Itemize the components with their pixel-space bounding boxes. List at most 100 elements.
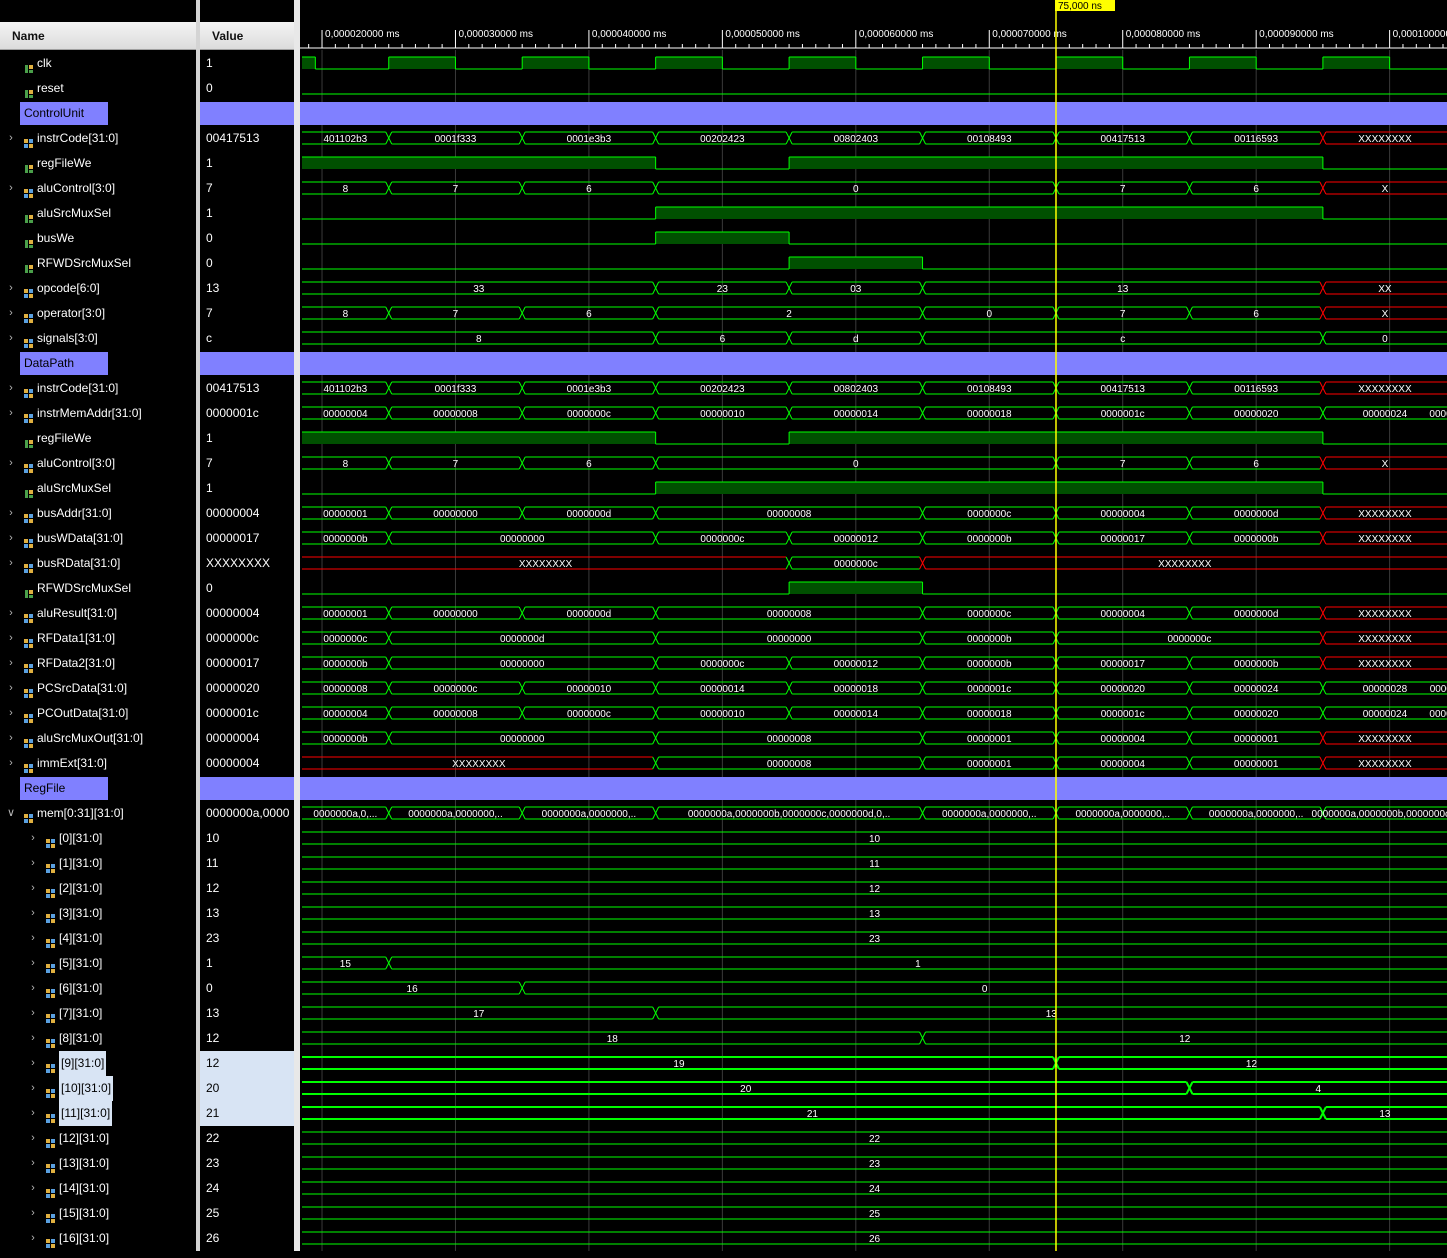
signal-row-1-31-0[interactable]: › [1][31:0] [0,851,196,876]
signal-row-regfilewe[interactable]: regFileWe [0,151,196,176]
signal-row-7-31-0[interactable]: › [7][31:0] [0,1001,196,1026]
expand-chevron-icon[interactable]: › [28,851,38,876]
signal-row-operator-3-0[interactable]: › operator[3:0] [0,301,196,326]
waveform-aluresult-31-0[interactable]: 00000001 00000000 0000000d 00000008 0000000c… [302,606,1447,620]
waveform-opcode-6-0[interactable]: 33 23 03 13 XX [302,281,1447,295]
expand-chevron-icon[interactable]: › [6,601,16,626]
expand-chevron-icon[interactable]: › [6,301,16,326]
waveform-panel[interactable]: 0,000020000 ms 0,000030000 ms 0,000040000 … [300,0,1447,1251]
waveform-mem-0-31-31-0[interactable]: 0000000a,0,... 0000000a,0000000,.. 0000000… [302,806,1447,820]
expand-chevron-icon[interactable]: › [28,1026,38,1051]
signal-row-buswdata-31-0[interactable]: › busWData[31:0] [0,526,196,551]
time-ruler[interactable]: 0,000020000 ms 0,000030000 ms 0,000040000 … [300,29,1447,49]
expand-chevron-icon[interactable]: › [28,1176,38,1201]
signal-row-alusrcmuxsel[interactable]: aluSrcMuxSel [0,476,196,501]
waveform-controlunit[interactable] [300,102,1447,125]
waveform-immext-31-0[interactable]: XXXXXXXX 00000008 00000001 00000004 00000001… [302,756,1447,770]
waveform-8-31-0[interactable]: 18 12 [302,1031,1447,1045]
expand-chevron-icon[interactable]: › [6,126,16,151]
group-row-controlunit[interactable]: ControlUnit [0,101,196,126]
waveform-pcoutdata-31-0[interactable]: 00000004 00000008 0000000c 00000010 00000014… [302,706,1447,720]
time-cursor[interactable]: 75,000 ns [1054,0,1115,1251]
expand-chevron-icon[interactable]: › [28,1201,38,1226]
waveform-rfdata2-31-0[interactable]: 0000000b 00000000 0000000c 00000012 0000000b… [302,656,1447,670]
signal-row-11-31-0[interactable]: › [11][31:0] [0,1101,196,1126]
expand-chevron-icon[interactable]: › [28,1226,38,1251]
waveform-regfile[interactable] [300,777,1447,800]
waveform-6-31-0[interactable]: 16 0 [302,981,1447,995]
expand-chevron-icon[interactable]: › [6,676,16,701]
signal-row-9-31-0[interactable]: › [9][31:0] [0,1051,196,1076]
signal-row-immext-31-0[interactable]: › immExt[31:0] [0,751,196,776]
waveform-signals-3-0[interactable]: 8 6 d c 0 [302,331,1447,345]
expand-chevron-icon[interactable]: › [6,451,16,476]
expand-chevron-icon[interactable]: › [28,901,38,926]
expand-chevron-icon[interactable]: › [6,701,16,726]
signal-row-signals-3-0[interactable]: › signals[3:0] [0,326,196,351]
expand-chevron-icon[interactable]: › [6,751,16,776]
waveform-3-31-0[interactable]: 13 [302,906,1447,920]
signal-row-0-31-0[interactable]: › [0][31:0] [0,826,196,851]
signal-row-buswe[interactable]: busWe [0,226,196,251]
signal-row-instrcode-31-0[interactable]: › instrCode[31:0] [0,126,196,151]
waveform-4-31-0[interactable]: 23 [302,931,1447,945]
group-row-datapath[interactable]: DataPath [0,351,196,376]
signal-row-6-31-0[interactable]: › [6][31:0] [0,976,196,1001]
signal-row-instrcode-31-0[interactable]: › instrCode[31:0] [0,376,196,401]
signal-row-rfdata1-31-0[interactable]: › RFData1[31:0] [0,626,196,651]
expand-chevron-icon[interactable]: › [28,926,38,951]
expand-chevron-icon[interactable]: › [28,1101,38,1126]
signal-row-3-31-0[interactable]: › [3][31:0] [0,901,196,926]
waveform-5-31-0[interactable]: 15 1 [302,956,1447,970]
waveform-busrdata-31-0[interactable]: XXXXXXXX 0000000c XXXXXXXX [302,556,1447,570]
waveform-buswe[interactable] [302,231,1447,245]
expand-chevron-icon[interactable]: › [28,1051,38,1076]
signal-row-12-31-0[interactable]: › [12][31:0] [0,1126,196,1151]
expand-chevron-icon[interactable]: › [6,326,16,351]
signal-row-16-31-0[interactable]: › [16][31:0] [0,1226,196,1251]
waveform-13-31-0[interactable]: 23 [302,1156,1447,1170]
waveform-instrcode-31-0[interactable]: 401102b3 0001f333 0001e3b3 00202423 00802403… [302,381,1447,395]
expand-chevron-icon[interactable]: › [28,1126,38,1151]
waveform-instrmemaddr-31-0[interactable]: 00000004 00000008 0000000c 00000010 00000014… [302,406,1447,420]
signal-row-pcsrcdata-31-0[interactable]: › PCSrcData[31:0] [0,676,196,701]
expand-chevron-icon[interactable]: › [28,951,38,976]
signal-row-alucontrol-3-0[interactable]: › aluControl[3:0] [0,451,196,476]
waveform-14-31-0[interactable]: 24 [302,1181,1447,1195]
expand-chevron-icon[interactable]: › [6,376,16,401]
waveform-rfwdsrcmuxsel[interactable] [302,256,1447,270]
waveform-alusrcmuxsel[interactable] [302,206,1447,220]
waveform-canvas[interactable]: 0,000020000 ms 0,000030000 ms 0,000040000 … [300,0,1447,1251]
waveform-pcsrcdata-31-0[interactable]: 00000008 0000000c 00000010 00000014 00000018… [302,681,1447,695]
waveform-rfwdsrcmuxsel[interactable] [302,581,1447,595]
waveform-1-31-0[interactable]: 11 [302,856,1447,870]
waveform-10-31-0[interactable]: 20 4 [302,1081,1447,1095]
expand-chevron-icon[interactable]: › [6,526,16,551]
expand-chevron-icon[interactable]: › [28,1076,38,1101]
signal-row-14-31-0[interactable]: › [14][31:0] [0,1176,196,1201]
expand-chevron-icon[interactable]: › [6,501,16,526]
waveform-16-31-0[interactable]: 26 [302,1231,1447,1245]
waveform-0-31-0[interactable]: 10 [302,831,1447,845]
expand-chevron-icon[interactable]: › [28,826,38,851]
signal-row-10-31-0[interactable]: › [10][31:0] [0,1076,196,1101]
signal-row-reset[interactable]: reset [0,76,196,101]
signal-row-rfdata2-31-0[interactable]: › RFData2[31:0] [0,651,196,676]
signal-row-15-31-0[interactable]: › [15][31:0] [0,1201,196,1226]
waveform-datapath[interactable] [300,352,1447,375]
waveform-9-31-0[interactable]: 19 12 [302,1056,1447,1070]
signal-row-mem-0-31-31-0[interactable]: ∨ mem[0:31][31:0] [0,801,196,826]
expand-chevron-icon[interactable]: › [6,626,16,651]
waveform-11-31-0[interactable]: 21 13 [302,1106,1447,1120]
signal-row-busrdata-31-0[interactable]: › busRData[31:0] [0,551,196,576]
expand-chevron-icon[interactable]: › [6,551,16,576]
group-row-regfile[interactable]: RegFile [0,776,196,801]
value-column-header[interactable]: Value [200,22,294,50]
waveform-buswdata-31-0[interactable]: 0000000b 00000000 0000000c 00000012 0000000b… [302,531,1447,545]
signal-row-clk[interactable]: clk [0,51,196,76]
signal-row-alusrcmuxsel[interactable]: aluSrcMuxSel [0,201,196,226]
waveform-operator-3-0[interactable]: 8 7 6 2 0 7 6 X [302,306,1447,320]
name-column-header[interactable]: Name [0,22,196,50]
expand-chevron-icon[interactable]: › [28,1001,38,1026]
expand-chevron-icon[interactable]: › [6,176,16,201]
